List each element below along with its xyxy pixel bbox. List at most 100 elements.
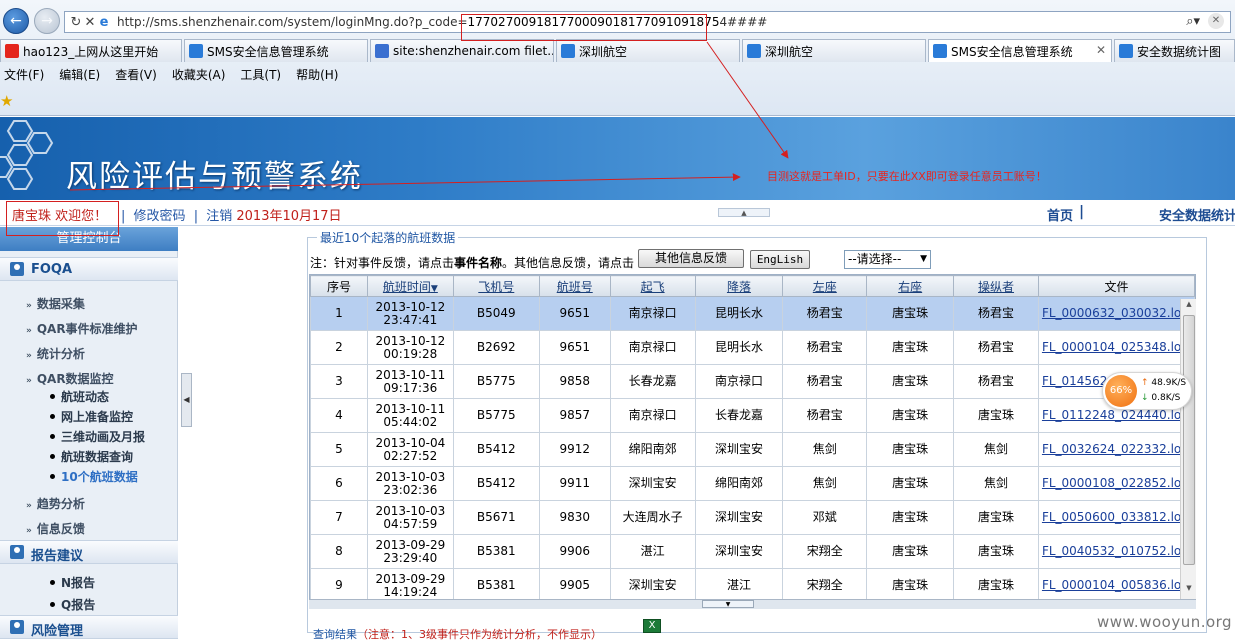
cell-to: 昆明长水 [694,296,784,331]
cell-plane: B5381 [452,534,540,569]
cell-file[interactable]: FL_0000104_025348.lom [1037,330,1195,365]
sidebar-section-foqa[interactable]: FOQA [0,257,178,281]
scroll-up-icon[interactable]: ▲ [1181,300,1197,314]
sidebar-item-qar-monitor[interactable]: » QAR数据监控 [26,370,114,387]
col-header-to[interactable]: 降落 [694,275,784,297]
home-link[interactable]: 首页 [1047,205,1073,224]
excel-export-icon[interactable]: X [643,619,661,633]
sidebar-item-prep-monitor[interactable]: 网上准备监控 [50,408,133,425]
col-header-left-seat[interactable]: 左座 [782,275,868,297]
collapse-table-button[interactable]: ▼ [702,600,754,608]
stop-icon[interactable]: ✕ [83,15,97,30]
sidebar-item-stats-analysis[interactable]: » 统计分析 [26,345,85,362]
cell-file[interactable]: FL_0040532_010752.lom [1037,534,1195,569]
cell-file[interactable]: FL_0000104_005836.lom [1037,568,1195,603]
tab-label: hao123_上网从这里开始 [23,44,159,59]
tab-sms[interactable]: SMS安全信息管理系统 [184,39,368,62]
forward-button[interactable]: → [34,8,60,34]
col-header-from[interactable]: 起飞 [609,275,696,297]
cell-date: 2013-09-29 [375,571,446,586]
tab-hao123[interactable]: hao123_上网从这里开始 [0,39,182,62]
sidebar-item-trend-analysis[interactable]: » 趋势分析 [26,495,85,512]
tab-site-search[interactable]: site:shenzhenair.com filet... [370,39,554,62]
table-header: 序号 航班时间▼ 飞机号 航班号 起飞 降落 左座 右座 操纵者 文件 [310,275,1195,297]
item-label: 三维动画及月报 [61,430,146,444]
refresh-icon[interactable]: ↻ [69,15,83,30]
other-feedback-button[interactable]: 其他信息反馈 [638,249,744,268]
favorites-star-icon[interactable]: ★ [0,92,13,110]
tab-close-icon[interactable]: ✕ [1096,43,1106,57]
col-header-pilot[interactable]: 操纵者 [953,275,1039,297]
chevron-down-icon: ▼ [920,254,927,264]
menu-file[interactable]: 文件(F) [4,66,44,84]
menu-help[interactable]: 帮助(H) [296,66,338,84]
cell-file[interactable]: FL_0000108_022852.lom [1037,466,1195,501]
sidebar-item-qar-standard[interactable]: » QAR事件标准维护 [26,320,138,337]
table-row[interactable]: 9 2013-09-29 14:19:24 B5381 9905 深圳宝安 湛江 宋翔全 唐宝珠… [310,568,1195,603]
sidebar-item-flight-status[interactable]: 航班动态 [50,388,109,405]
scroll-thumb[interactable] [1183,315,1195,565]
col-header-plane[interactable]: 飞机号 [452,275,540,297]
user-bar: 唐宝珠 欢迎您！ | 修改密码 | 注销 2013年10月17日 ▲ 首页 | … [0,200,1235,226]
menu-tools[interactable]: 工具(T) [240,66,281,84]
sidebar-toggle-button[interactable]: ◀ [181,373,192,427]
sidebar-item-n-report[interactable]: N报告 [50,574,95,591]
current-date: 2013年10月17日 [236,209,342,224]
sidebar: 管理控制台 FOQA » 数据采集 » QAR事件标准维护 » 统计分析 » QAR数据… [0,227,178,639]
table-row[interactable]: 2 2013-10-12 00:19:28 B2692 9651 南京禄口 昆明长水 杨君宝唐… [310,330,1195,365]
table-row[interactable]: 8 2013-09-29 23:29:40 B5381 9906 湛江 深圳宝安 宋翔全 唐宝珠… [310,534,1195,569]
menu-view[interactable]: 查看(V) [115,66,157,84]
cell-file[interactable]: FL_0032624_022332.lom [1037,432,1195,467]
section-label: FOQA [31,262,73,277]
safety-stats-link[interactable]: 安全数据统计 [1159,205,1235,224]
upload-speed: ↑ 48.9K/S [1141,378,1186,388]
sidebar-section-risk[interactable]: 风险管理 [0,615,178,639]
cell-from: 深圳宝安 [609,466,696,501]
table-row[interactable]: 3 2013-10-11 09:17:36 B5775 9858 长春龙嘉 南京禄口 杨君宝唐… [310,364,1195,399]
cell-pilot: 杨君宝 [953,364,1039,399]
sidebar-item-q-report[interactable]: Q报告 [50,596,95,613]
sidebar-section-report[interactable]: 报告建议 [0,540,178,564]
cell-plane: B2692 [452,330,540,365]
col-header-flight[interactable]: 航班号 [538,275,611,297]
sort-down-icon: ▼ [430,283,438,294]
table-row[interactable]: 4 2013-10-11 05:44:02 B5775 9857 南京禄口 长春龙嘉 杨君宝唐… [310,398,1195,433]
table-row[interactable]: 1 2013-10-12 23:47:41 B5049 9651 南京禄口 昆明长水 杨君宝唐… [310,296,1195,331]
search-icon[interactable]: ⌕▾ [1186,14,1200,29]
back-button[interactable]: ← [3,8,29,34]
table-row[interactable]: 6 2013-10-03 23:02:36 B5412 9911 深圳宝安 绵阳南郊 焦剑 唐宝… [310,466,1195,501]
scroll-down-icon[interactable]: ▼ [1181,584,1197,598]
menu-edit[interactable]: 编辑(E) [59,66,100,84]
person-icon [10,620,24,634]
cell-file[interactable]: FL_0000632_030032.lom [1037,296,1195,331]
menu-favorites[interactable]: 收藏夹(A) [172,66,226,84]
tab-sms-active[interactable]: SMS安全信息管理系统 ✕ [928,39,1112,62]
sidebar-item-10-flights[interactable]: 10个航班数据 [50,468,138,485]
close-icon[interactable]: ✕ [1208,13,1224,29]
table-row[interactable]: 5 2013-10-04 02:27:52 B5412 9912 绵阳南郊 深圳宝安 焦剑 唐宝… [310,432,1195,467]
logout-link[interactable]: 注销 [206,209,232,224]
cell-plane: B5671 [452,500,540,535]
col-header-time[interactable]: 航班时间▼ [366,275,454,297]
tab-safety-stats[interactable]: 安全数据统计图 [1114,39,1235,62]
network-speed-widget[interactable]: 66% ↑ 48.9K/S ↓ 0.8K/S [1102,372,1192,410]
item-label: 信息反馈 [36,522,85,536]
sidebar-item-feedback[interactable]: » 信息反馈 [26,520,85,537]
cell-file[interactable]: FL_0050600_033812.lom [1037,500,1195,535]
cell-pilot: 焦剑 [953,466,1039,501]
select-dropdown[interactable]: --请选择-- ▼ [844,250,931,269]
tab-shenzhen-air-2[interactable]: 深圳航空 [742,39,926,62]
cell-to: 南京禄口 [694,364,784,399]
table-scrollbar[interactable]: ▲ ▼ [1180,299,1196,599]
col-header-right-seat[interactable]: 右座 [866,275,955,297]
sidebar-item-flight-query[interactable]: 航班数据查询 [50,448,133,465]
change-password-link[interactable]: 修改密码 [134,209,186,224]
ie-page-icon [933,44,947,58]
table-row[interactable]: 7 2013-10-03 04:57:59 B5671 9830 大连周水子 深圳宝安 邓斌唐… [310,500,1195,535]
col-header-no: 序号 [310,275,368,297]
tab-shenzhen-air-1[interactable]: 深圳航空 [556,39,740,62]
sidebar-item-3d-animation[interactable]: 三维动画及月报 [50,428,145,445]
collapse-header-button[interactable]: ▲ [718,208,770,217]
english-button[interactable]: EngLish [750,250,810,269]
sidebar-item-data-collection[interactable]: » 数据采集 [26,295,85,312]
